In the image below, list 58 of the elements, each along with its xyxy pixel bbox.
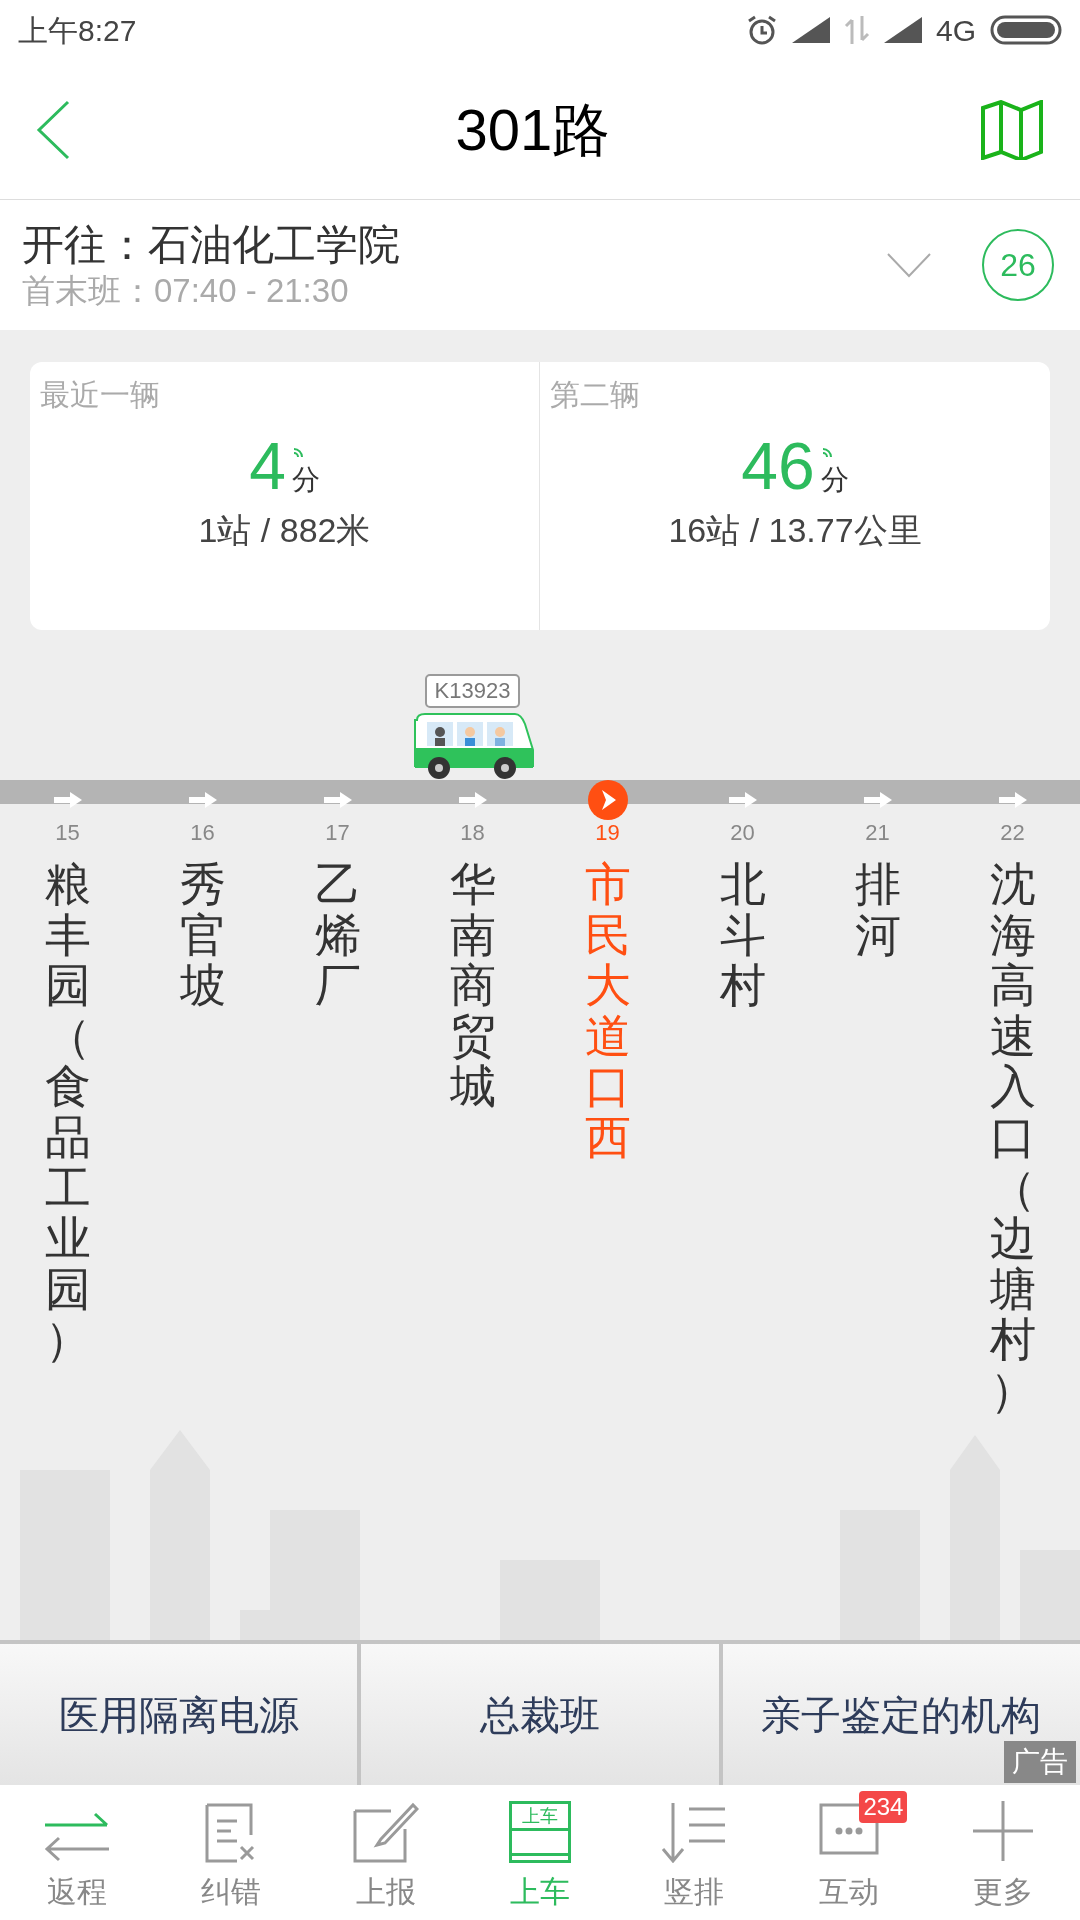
arrival-label: 最近一辆: [40, 377, 161, 413]
station-number: 16: [190, 819, 215, 847]
tab-item[interactable]: 纠错: [154, 1785, 309, 1920]
back-icon: [36, 99, 70, 160]
schedule-text: 首末班：07:40 - 21:30: [22, 271, 350, 311]
minutes-unit: 分: [291, 463, 320, 497]
station-name: 秀官坡: [179, 859, 226, 1011]
arrival-minutes: 4: [249, 431, 286, 501]
signal-icon: [791, 17, 830, 43]
battery-icon: [990, 15, 1062, 45]
tab-item[interactable]: 返程: [0, 1785, 155, 1920]
tab-item[interactable]: 234 互动: [771, 1785, 926, 1920]
map-button[interactable]: [980, 97, 1044, 162]
tab-item[interactable]: 上报: [308, 1785, 463, 1920]
arrival-label: 第二辆: [550, 377, 641, 413]
network-type: 4G: [935, 12, 976, 49]
station-item[interactable]: 16 秀官坡: [135, 816, 270, 1416]
signal-icon: [883, 17, 922, 43]
station-number: 20: [730, 819, 755, 847]
station-item[interactable]: 21 排河: [810, 816, 945, 1416]
data-arrows-icon: [843, 16, 870, 44]
ad-button[interactable]: 医用隔离电源: [0, 1644, 358, 1785]
station-item[interactable]: 20 北斗村: [675, 816, 810, 1416]
notification-badge: 234: [859, 1791, 908, 1823]
station-name: 沈海高速入口（边塘村）: [989, 859, 1036, 1416]
station-name: 粮丰园（食品工业园）: [44, 859, 91, 1365]
tab-item[interactable]: 竖排: [617, 1785, 772, 1920]
live-signal-icon: [820, 447, 833, 459]
ad-tag: 广告: [1004, 1741, 1076, 1783]
arrival-distance: 16站 / 13.77公里: [667, 510, 923, 551]
station-item[interactable]: 18 华南商贸城: [405, 816, 540, 1416]
station-item[interactable]: 22 沈海高速入口（边塘村）: [945, 816, 1080, 1416]
live-signal-icon: [291, 447, 304, 459]
chevron-down-icon[interactable]: [886, 252, 932, 278]
station-number: 21: [865, 819, 890, 847]
station-name: 市民大道口西: [584, 859, 631, 1163]
station-name: 华南商贸城: [449, 859, 496, 1112]
status-time: 上午8:27: [18, 12, 137, 49]
station-number: 17: [325, 819, 350, 847]
arrival-distance: 1站 / 882米: [197, 510, 372, 551]
station-number: 15: [55, 819, 80, 847]
ad-button[interactable]: 总裁班: [361, 1644, 719, 1785]
station-item[interactable]: 15 粮丰园（食品工业园）: [0, 816, 135, 1416]
station-name: 乙烯厂: [314, 859, 361, 1011]
destination-text: 开往：石油化工学院: [22, 220, 400, 270]
bus-board-icon: 上车: [509, 1801, 571, 1863]
arrival-minutes: 46: [741, 431, 815, 501]
station-item[interactable]: 17 乙烯厂: [270, 816, 405, 1416]
station-name: 北斗村: [719, 859, 766, 1011]
station-number: 22: [1000, 819, 1025, 847]
map-icon: [981, 99, 1043, 160]
station-name: 排河: [854, 859, 901, 961]
minutes-unit: 分: [820, 463, 849, 497]
tab-item[interactable]: 更多: [925, 1785, 1080, 1920]
plate-label: K13923: [424, 674, 521, 708]
station-number: 19: [595, 819, 620, 847]
station-number: 18: [460, 819, 485, 847]
route-title: 301路: [454, 96, 612, 164]
